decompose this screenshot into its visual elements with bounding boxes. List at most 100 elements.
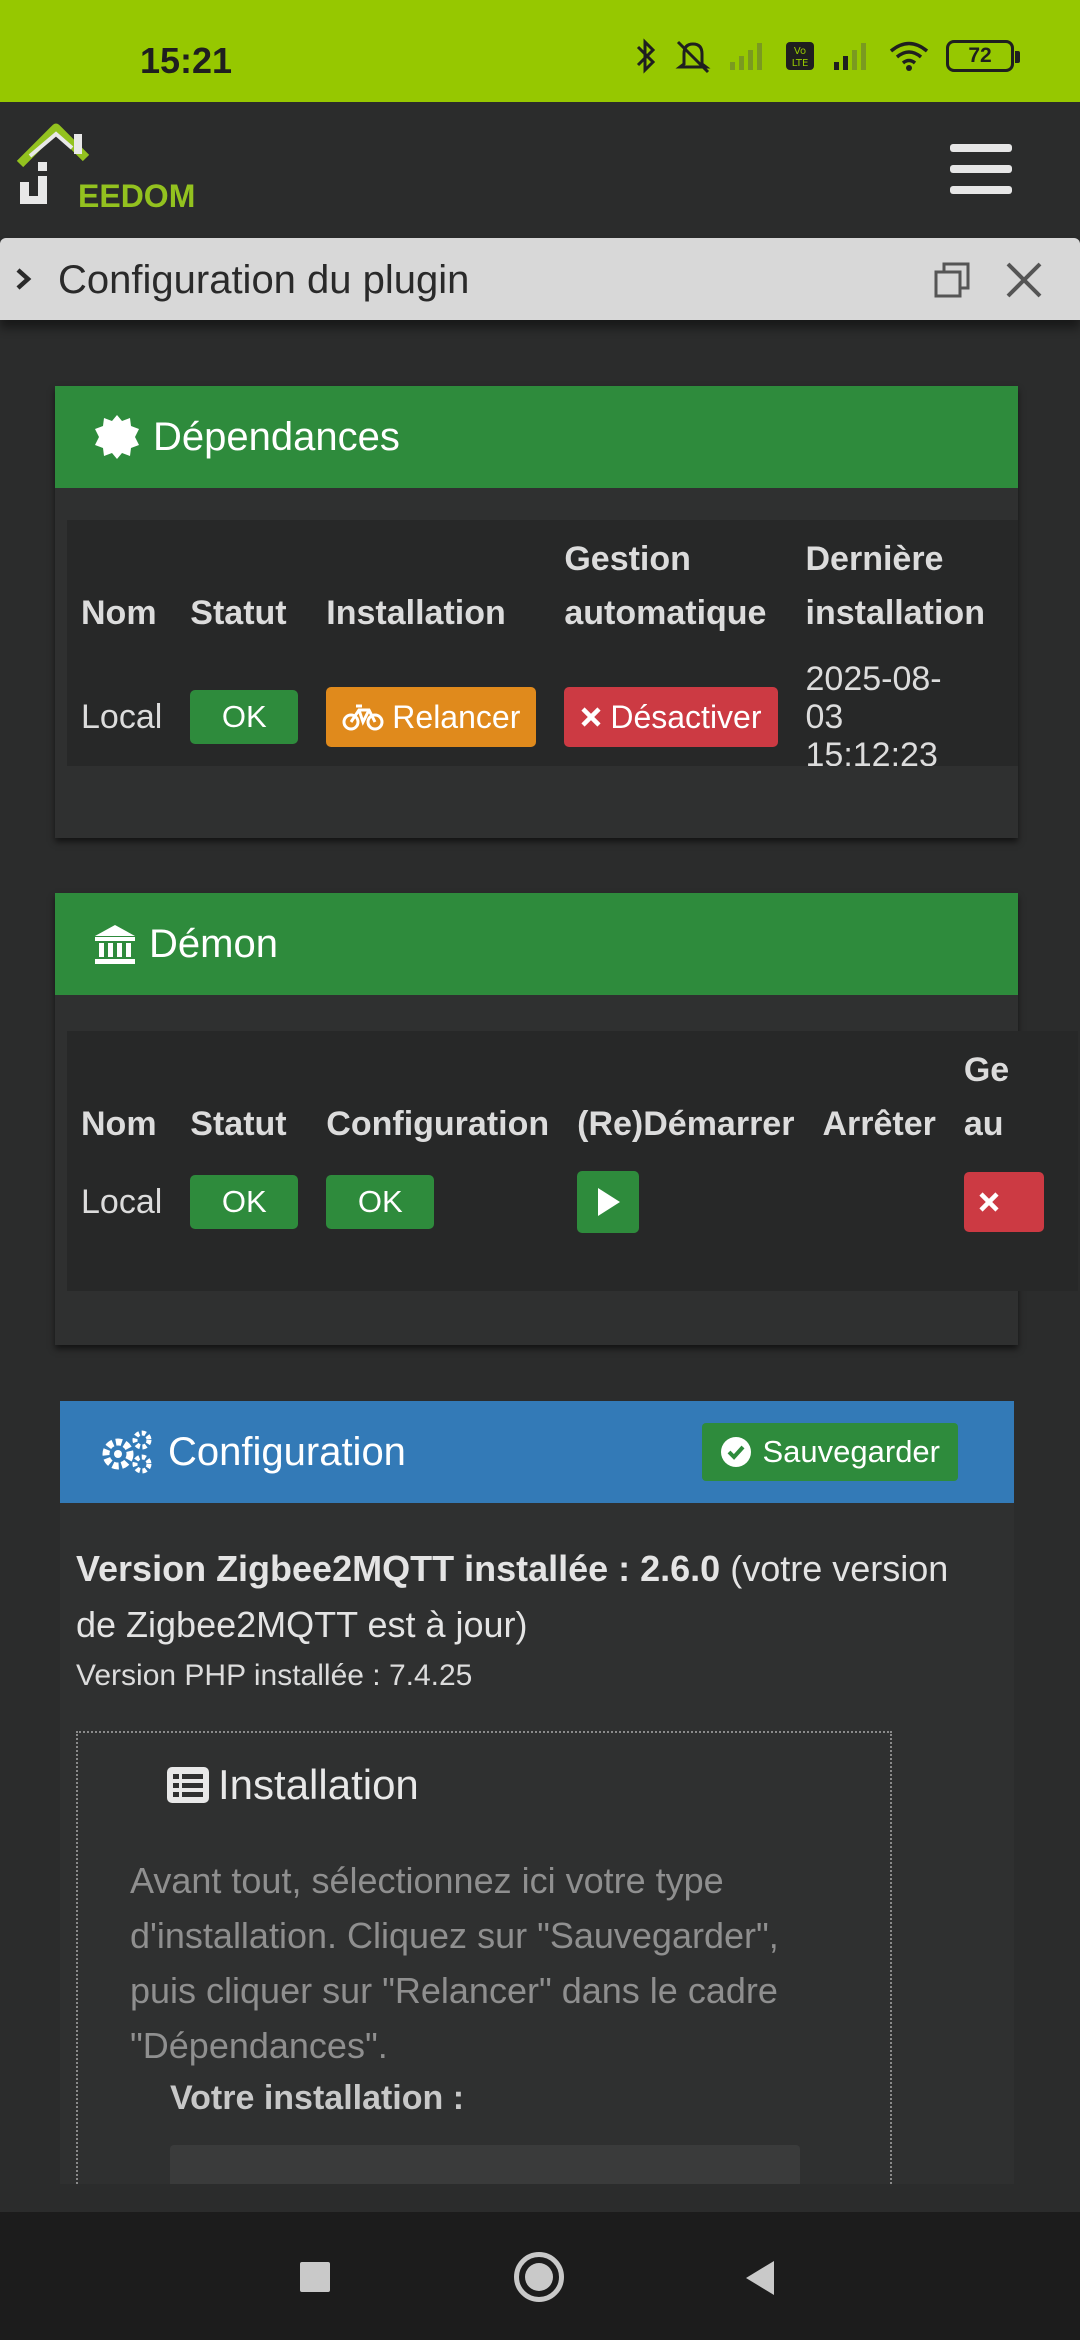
times-icon [978,1191,1000,1213]
home-button[interactable] [514,2252,564,2302]
chevron-right-icon[interactable] [12,262,36,296]
save-button[interactable]: Sauvegarder [702,1423,958,1481]
configuration-body: Version Zigbee2MQTT installée : 2.6.0 (v… [60,1503,1014,2184]
dependencies-header: Dépendances [55,386,1018,488]
battery-level: 72 [968,44,992,67]
close-icon[interactable] [1004,260,1044,300]
row-nom: Local [81,698,163,736]
desactiver-button[interactable] [963,1172,1044,1232]
dependencies-table: Nom Statut Installation Gestion automatiq… [67,520,1018,766]
col-derniere-line1: Dernière [805,540,944,578]
modal-title: Configuration du plugin [58,258,470,302]
configuration-badge: OK [326,1175,435,1229]
row-configuration: OK [312,1165,563,1243]
col-gestion-line2: automatique [564,594,767,632]
col-gestion: Ge au [950,1031,1058,1165]
table-header-row: Nom Statut Installation Gestion automatiq… [67,520,999,654]
daemon-panel: Démon Nom Statut Configuration (Re)Démar… [55,893,1078,1345]
installation-legend: Installation [166,1761,419,1809]
col-nom: Nom [81,1105,157,1143]
battery-icon: 72 [946,40,1020,72]
recents-button[interactable] [300,2262,330,2292]
bluetooth-icon [636,38,656,74]
row-derniere: 2025-08- 03 15:12:23 [792,654,999,766]
relancer-label: Relancer [392,699,521,735]
cogs-icon [98,1428,156,1476]
dependencies-title: Dépendances [153,414,400,459]
date-line1: 2025-08- [805,660,942,698]
navigation-bar [0,2212,1080,2340]
col-gestion-line1: Gestion [564,540,691,578]
col-redemarrer: (Re)Démarrer [577,1105,795,1143]
jeedom-logo[interactable]: EEDOM [16,120,216,214]
col-statut: Statut [190,594,287,632]
bank-icon [93,922,137,966]
play-icon [598,1188,621,1216]
installation-legend-text: Installation [218,1761,419,1808]
col-statut: Statut [190,1105,287,1143]
svg-text:Vo: Vo [794,46,806,57]
daemon-title: Démon [149,921,278,966]
col-derniere: Dernière installation [792,520,999,654]
row-gestion: Désactiver [550,654,791,766]
row-redemarrer [563,1165,808,1243]
row-gestion [950,1165,1058,1243]
volte-icon: VoLTE [786,42,814,70]
status-icons: Vo LTE 72 [634,38,1020,74]
row-arreter [808,1165,949,1243]
row-statut: OK [176,654,312,766]
col-gestion-line2: au [963,1105,1004,1143]
col-configuration: Configuration [326,1105,550,1143]
installation-fieldset: Installation Avant tout, sélectionnez ic… [76,1731,892,2184]
col-gestion-line1: Ge [963,1051,1010,1089]
back-button[interactable] [742,2258,778,2298]
daemon-table: Nom Statut Configuration (Re)Démarrer Ar… [67,1031,1078,1291]
status-badge: OK [190,690,299,744]
desactiver-label: Désactiver [610,699,762,735]
wifi-icon [889,41,929,71]
status-time: 15:21 [140,40,233,81]
signal-icon [730,43,762,70]
col-installation: Installation [326,594,506,632]
app-header: EEDOM [0,102,1080,238]
list-alt-icon [166,1766,210,1804]
row-installation: Relancer [312,654,550,766]
installation-select[interactable] [170,2145,800,2184]
menu-bar-icon [950,186,1012,194]
restore-window-icon[interactable] [932,260,972,300]
col-arreter: Arrêter [822,1105,936,1143]
logo-text: EEDOM [78,178,196,214]
save-label: Sauvegarder [762,1434,940,1469]
row-nom: Local [81,1183,163,1221]
date-line2: 03 [805,698,844,736]
menu-bar-icon [950,165,1012,173]
col-nom: Nom [81,594,157,632]
table-row: Local OK Relancer Désactiver 2025-08- 03 1… [67,654,999,766]
start-button[interactable] [577,1171,640,1233]
relancer-button[interactable]: Relancer [326,687,537,747]
modal-title-bar: Configuration du plugin [0,238,1080,320]
z2m-version-line: Version Zigbee2MQTT installée : 2.6.0 (v… [76,1541,998,1653]
row-statut: OK [176,1165,312,1243]
configuration-panel: Configuration Sauvegarder Version Zigbee… [60,1401,1014,2184]
signal-icon-2 [834,43,866,70]
installation-help: Avant tout, sélectionnez ici votre type … [130,1860,779,2066]
configuration-header: Configuration Sauvegarder [60,1401,1014,1503]
status-bar: 15:21 Vo LTE 72 [0,0,1080,102]
certificate-icon [93,413,141,461]
z2m-version: Version Zigbee2MQTT installée : 2.6.0 [76,1548,721,1589]
daemon-header: Démon [55,893,1018,995]
svg-text:LTE: LTE [792,58,809,69]
dependencies-panel: Dépendances Nom Statut Installation Gest… [55,386,1018,838]
installation-label: Votre installation : [170,2079,465,2117]
check-circle-icon [720,1436,752,1468]
table-header-row: Nom Statut Configuration (Re)Démarrer Ar… [67,1031,1058,1165]
configuration-title: Configuration [168,1429,406,1474]
date-line3: 15:12:23 [805,736,938,766]
desactiver-button[interactable]: Désactiver [564,687,778,747]
times-icon [580,706,602,728]
col-gestion: Gestion automatique [550,520,791,654]
bicycle-icon [342,702,384,732]
menu-button[interactable] [950,144,1012,194]
php-version: Version PHP installée : 7.4.25 [76,1659,473,1692]
